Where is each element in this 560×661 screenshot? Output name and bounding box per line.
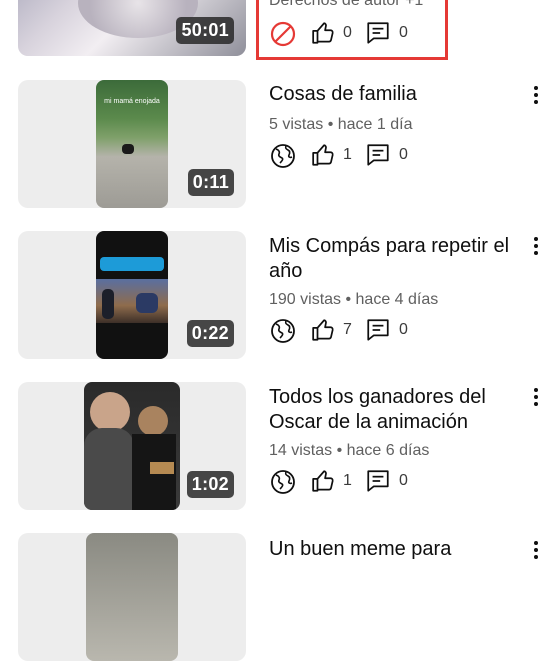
highlight-box bbox=[256, 0, 448, 60]
video-thumbnail[interactable]: 1:02 bbox=[18, 382, 246, 510]
globe-icon bbox=[271, 144, 295, 168]
video-thumbnail[interactable]: 0:22 bbox=[18, 231, 246, 359]
thumbnail-image bbox=[96, 231, 168, 359]
thumbnail-image bbox=[86, 533, 178, 661]
video-thumbnail[interactable] bbox=[18, 533, 246, 661]
video-title[interactable]: Todos los ganadores del Oscar de la anim… bbox=[269, 385, 521, 435]
thumbnail-caption: mi mamá enojada bbox=[104, 98, 160, 105]
video-thumbnail[interactable]: mi mamá enojada 0:11 bbox=[18, 80, 246, 208]
duration-badge: 1:02 bbox=[186, 471, 234, 498]
thumbnail-image: mi mamá enojada bbox=[96, 80, 168, 208]
video-title[interactable]: Mis Compás para repetir el año bbox=[269, 234, 521, 284]
thumbnail-image bbox=[84, 382, 180, 510]
like-count: 7 bbox=[343, 321, 352, 338]
more-options-icon[interactable] bbox=[530, 235, 542, 259]
comment-icon bbox=[367, 144, 389, 166]
video-meta: 14 vistas • hace 6 días bbox=[269, 442, 430, 459]
globe-icon bbox=[271, 470, 295, 494]
video-title[interactable]: Un buen meme para bbox=[269, 537, 521, 562]
thumbs-up-icon bbox=[312, 144, 334, 166]
comment-icon bbox=[367, 470, 389, 492]
comment-count: 0 bbox=[399, 472, 408, 489]
video-thumbnail[interactable]: 50:01 bbox=[18, 0, 246, 56]
globe-icon bbox=[271, 319, 295, 343]
like-count: 1 bbox=[343, 146, 352, 163]
duration-badge: 50:01 bbox=[176, 17, 234, 44]
more-options-icon[interactable] bbox=[530, 539, 542, 563]
duration-badge: 0:22 bbox=[186, 320, 234, 347]
comment-count: 0 bbox=[399, 321, 408, 338]
video-title[interactable]: Cosas de familia bbox=[269, 82, 521, 107]
duration-badge: 0:11 bbox=[187, 169, 234, 196]
video-meta: 5 vistas • hace 1 día bbox=[269, 116, 413, 133]
more-options-icon[interactable] bbox=[530, 386, 542, 410]
video-meta: 190 vistas • hace 4 días bbox=[269, 291, 439, 308]
thumbs-up-icon bbox=[312, 470, 334, 492]
more-options-icon[interactable] bbox=[530, 84, 542, 108]
comment-icon bbox=[367, 319, 389, 341]
thumbs-up-icon bbox=[312, 319, 334, 341]
like-count: 1 bbox=[343, 472, 352, 489]
comment-count: 0 bbox=[399, 146, 408, 163]
